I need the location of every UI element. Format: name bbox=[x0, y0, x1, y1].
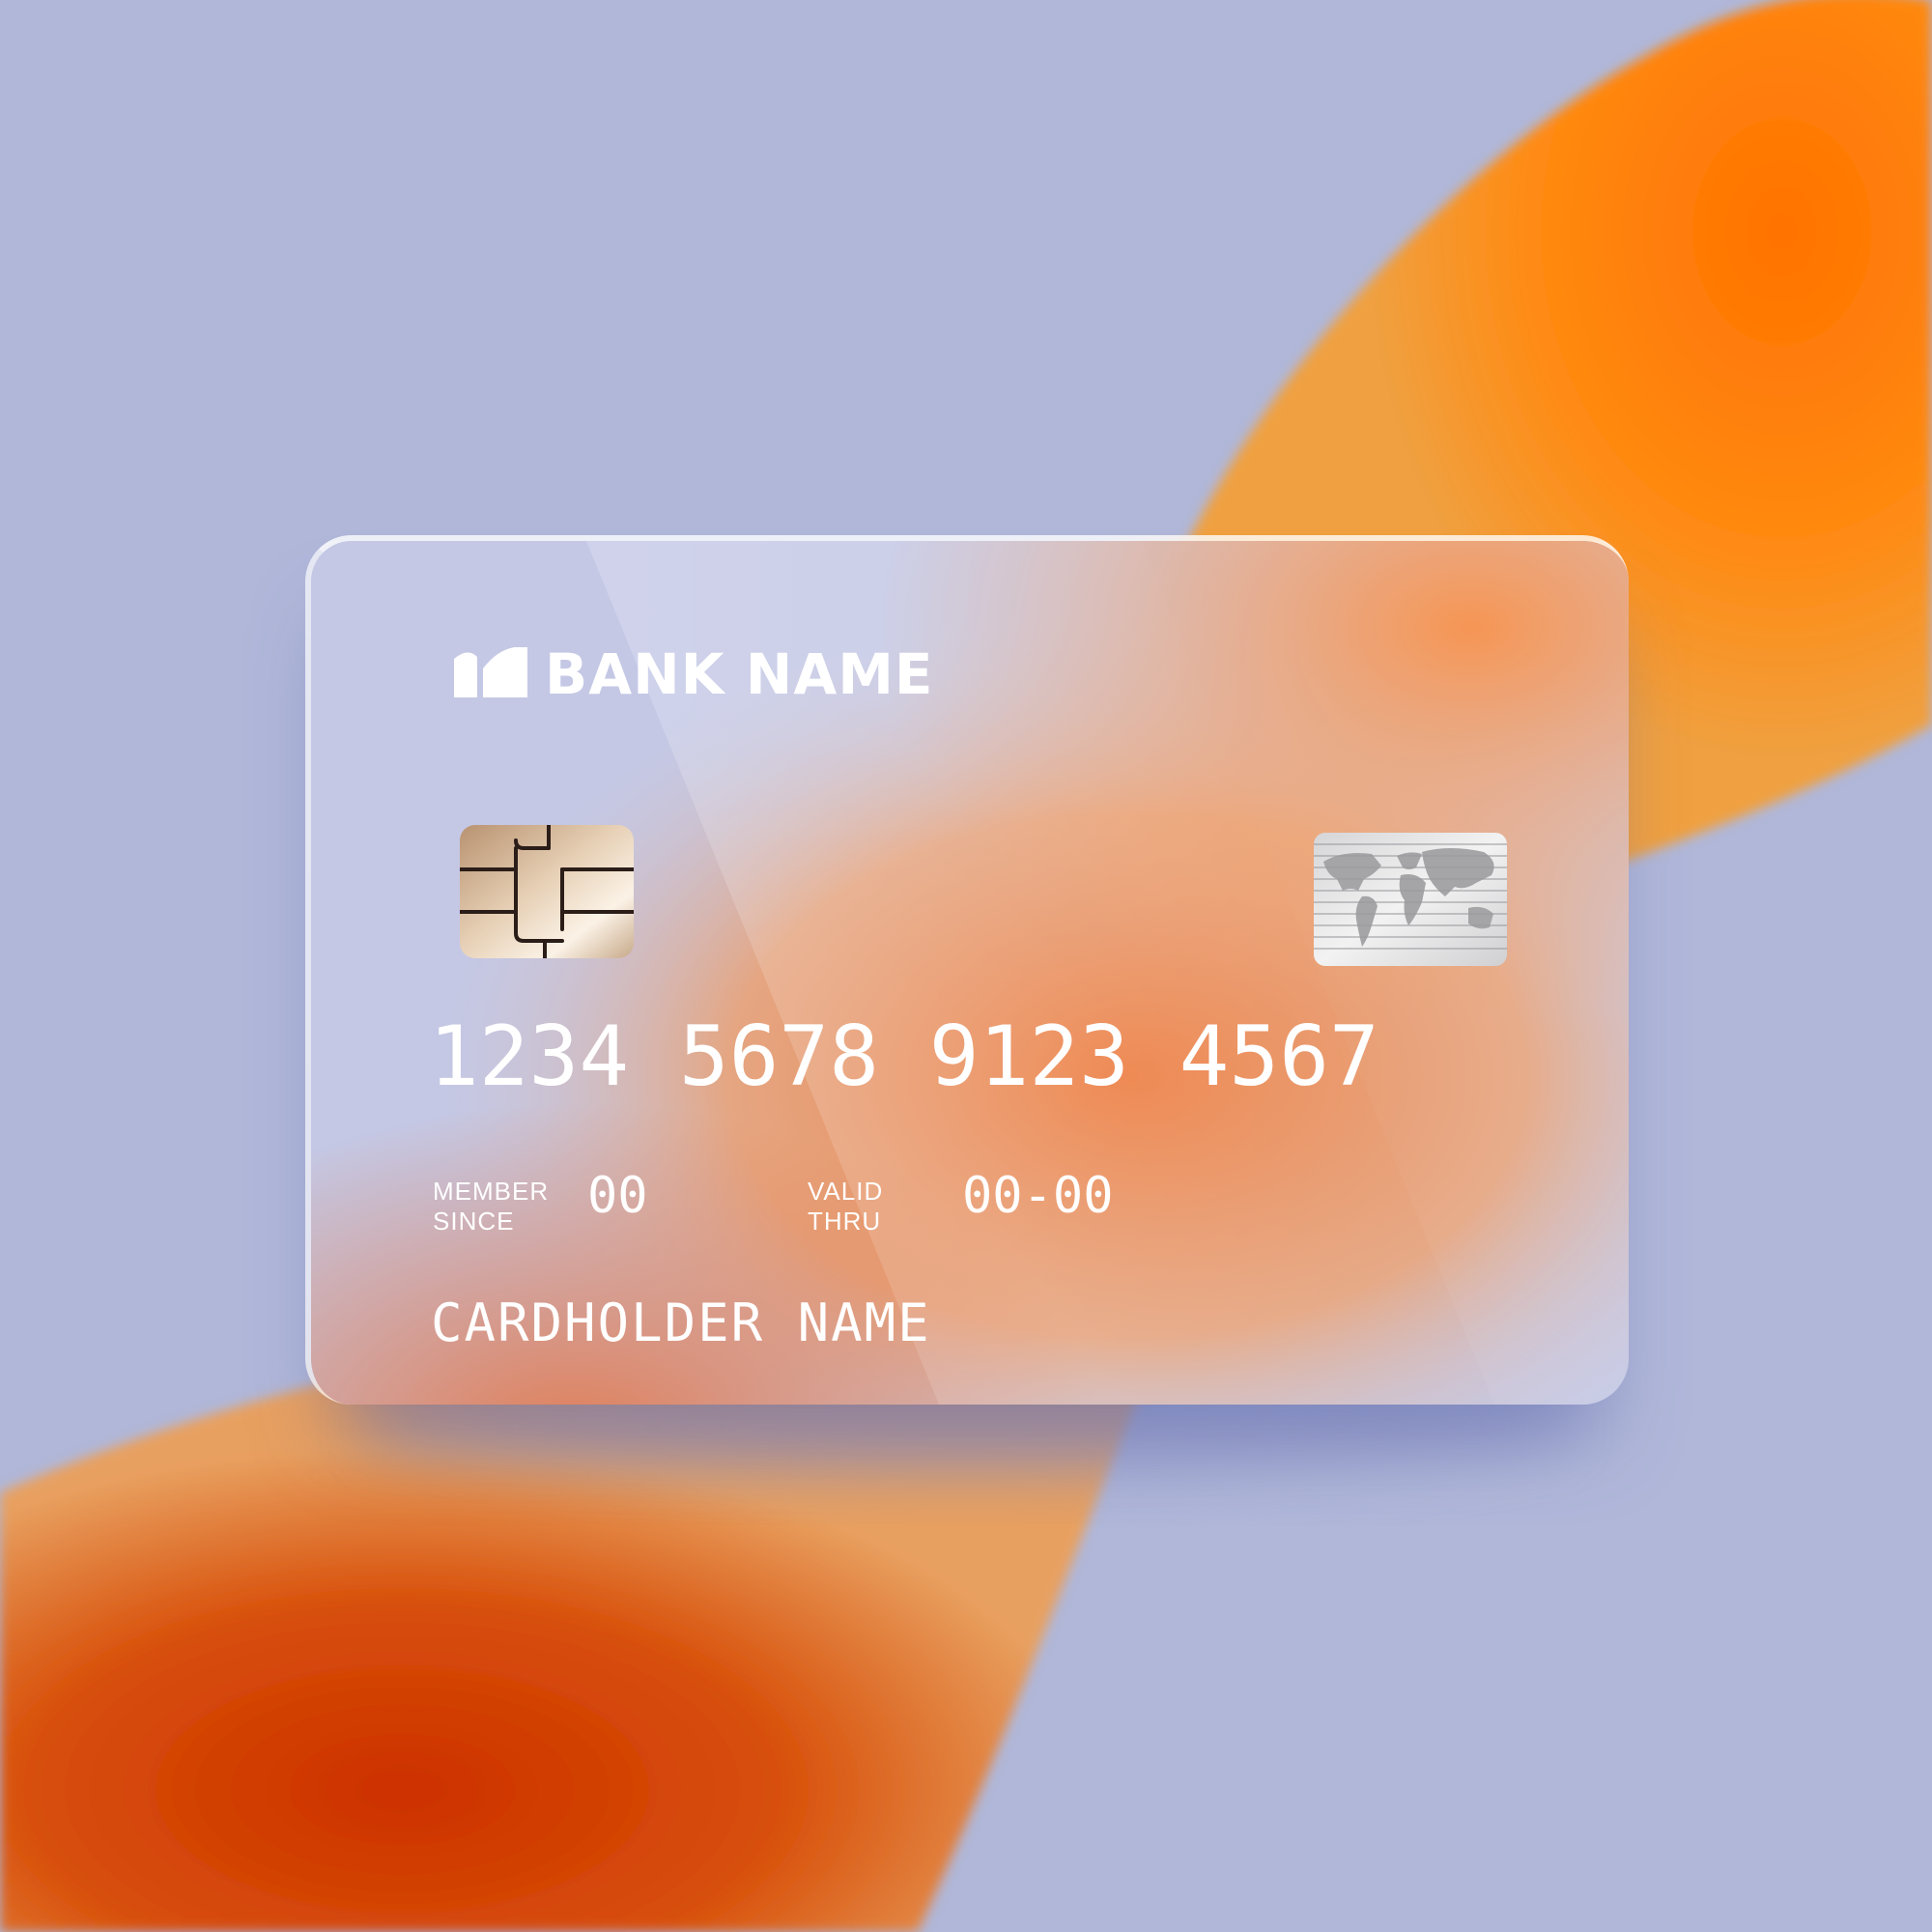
member-since-label-line2: SINCE bbox=[433, 1207, 515, 1236]
cardholder-name: CARDHOLDER NAME bbox=[431, 1293, 931, 1353]
member-since-label: MEMBER SINCE bbox=[433, 1177, 549, 1236]
valid-thru-label-line1: VALID bbox=[808, 1177, 884, 1206]
bank-name: BANK NAME bbox=[545, 641, 934, 707]
globe-hologram-icon bbox=[1314, 833, 1507, 966]
valid-thru-value: 00-00 bbox=[962, 1167, 1114, 1225]
scene: BANK NAME 1234 5678 9123 4567 MEMBER SIN… bbox=[0, 0, 1932, 1932]
emv-chip-icon bbox=[460, 825, 634, 958]
valid-thru-label-line2: THRU bbox=[808, 1207, 882, 1236]
member-since-value: 00 bbox=[587, 1167, 648, 1225]
card-number: 1234 5678 9123 4567 bbox=[429, 1009, 1379, 1105]
bank-logo-icon bbox=[454, 647, 527, 697]
valid-thru-label: VALID THRU bbox=[808, 1177, 883, 1236]
member-since-label-line1: MEMBER bbox=[433, 1177, 550, 1206]
